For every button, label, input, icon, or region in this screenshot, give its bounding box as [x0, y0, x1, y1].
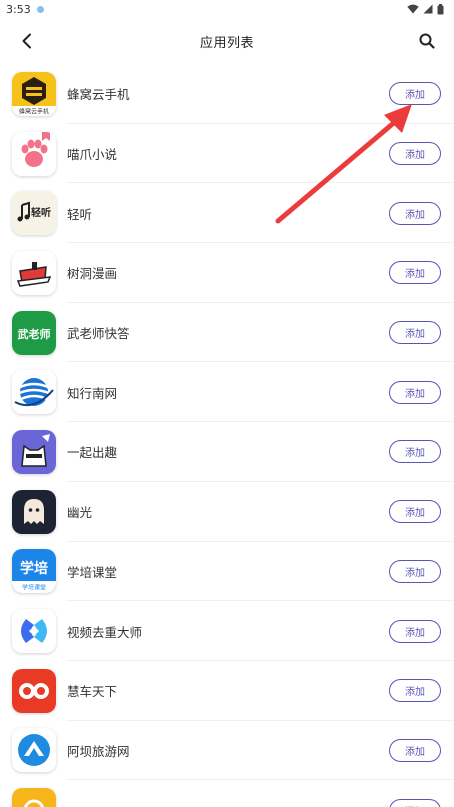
add-button[interactable]: 添加: [389, 798, 441, 807]
add-button[interactable]: 添加: [389, 142, 441, 166]
add-button[interactable]: 添加: [389, 500, 441, 524]
list-item[interactable]: 阿坝旅游网 添加: [0, 721, 454, 781]
list-item[interactable]: 慧车天下 添加: [0, 661, 454, 721]
status-right: [407, 3, 444, 15]
status-left: 3:53: [6, 3, 44, 16]
app-name: 武老师快答: [67, 326, 130, 342]
status-time: 3:53: [6, 2, 31, 16]
paw-icon: [12, 131, 56, 176]
app-name: 视频去重大师: [67, 624, 143, 640]
list-item[interactable]: 蜂窝云手机 蜂窝云手机 添加: [0, 64, 454, 124]
signal-icon: [423, 4, 433, 14]
add-button[interactable]: 添加: [389, 559, 441, 583]
app-list: 蜂窝云手机 蜂窝云手机 添加 喵爪小说 添加 轻听 轻听 添加 树洞漫画 添加 …: [0, 64, 454, 807]
app-name: 慧车天下: [67, 684, 118, 700]
notification-icon: [36, 5, 44, 13]
list-item[interactable]: 学培 学培课堂 学培课堂 添加: [0, 542, 454, 602]
aba-icon: [12, 728, 56, 773]
video-dedup-icon: [12, 609, 56, 654]
app-name: 树洞漫画: [67, 266, 118, 282]
add-button[interactable]: 添加: [389, 380, 441, 404]
partial-icon: [12, 788, 56, 807]
add-button[interactable]: 添加: [389, 261, 441, 285]
back-arrow-icon: [22, 33, 31, 49]
music-note-icon: 轻听: [12, 191, 56, 236]
status-bar: 3:53: [0, 0, 454, 18]
hat-icon: [12, 250, 56, 295]
wulaoshi-icon-text: 武老师: [18, 327, 51, 341]
list-item[interactable]: 武老师 武老师快答 添加: [0, 303, 454, 363]
search-icon: [419, 33, 435, 49]
list-item[interactable]: 幽光 添加: [0, 482, 454, 542]
list-item[interactable]: 一起出趣 添加: [0, 422, 454, 482]
app-name: 喵爪小说: [67, 147, 118, 163]
add-button[interactable]: 添加: [389, 82, 441, 106]
list-item[interactable]: 视频去重大师 添加: [0, 601, 454, 661]
search-button[interactable]: [412, 26, 442, 56]
cat-icon: [12, 429, 56, 474]
xuepei-icon: 学培 学培课堂: [12, 549, 56, 594]
add-button[interactable]: 添加: [389, 738, 441, 762]
list-item[interactable]: 树洞漫画 添加: [0, 243, 454, 303]
ghost-icon: [12, 489, 56, 534]
globe-icon: [12, 370, 56, 415]
top-app-bar: 应用列表: [0, 18, 454, 64]
add-button[interactable]: 添加: [389, 619, 441, 643]
page-title: 应用列表: [199, 35, 254, 51]
list-item[interactable]: 添加: [0, 780, 454, 807]
list-item[interactable]: 知行南网 添加: [0, 362, 454, 422]
add-button[interactable]: 添加: [389, 321, 441, 345]
infinity-icon: [12, 668, 56, 713]
app-name: 幽光: [67, 505, 93, 521]
app-name: 知行南网: [67, 385, 118, 401]
app-name: 一起出趣: [67, 445, 118, 461]
back-button[interactable]: [12, 26, 42, 56]
add-button[interactable]: 添加: [389, 201, 441, 225]
add-button[interactable]: 添加: [389, 440, 441, 464]
wulaoshi-icon: 武老师: [12, 310, 56, 355]
app-name: 蜂窝云手机: [67, 87, 130, 103]
app-name: 轻听: [67, 206, 93, 222]
wifi-icon: [407, 4, 419, 14]
bee-icon: 蜂窝云手机: [12, 71, 56, 116]
bee-icon-text: 蜂窝云手机: [19, 107, 49, 115]
xuepei-icon-text: 学培: [20, 560, 48, 577]
app-name: 学培课堂: [67, 564, 118, 580]
list-item[interactable]: 轻听 轻听 添加: [0, 183, 454, 243]
add-button[interactable]: 添加: [389, 679, 441, 703]
ting-icon-text: 轻听: [31, 206, 51, 219]
battery-icon: [437, 3, 444, 14]
app-name: 阿坝旅游网: [67, 743, 130, 759]
xuepei-icon-subtext: 学培课堂: [22, 584, 46, 592]
list-item[interactable]: 喵爪小说 添加: [0, 124, 454, 184]
